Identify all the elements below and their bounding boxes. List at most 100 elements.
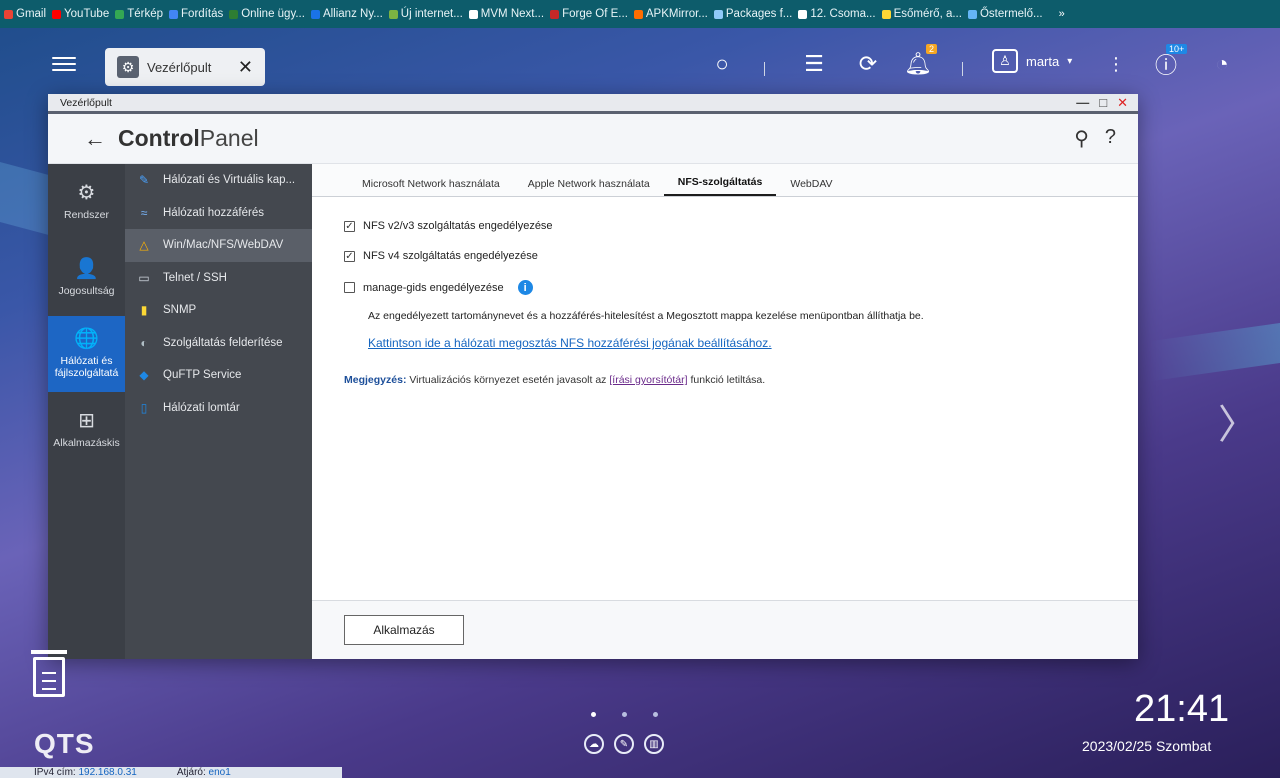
bookmark-favicon-icon [169,9,179,19]
bookmark-label: APKMirror... [645,8,708,20]
sidebar-item-applications[interactable]: ⊞ Alkalmazáskis [48,392,125,468]
bookmark-favicon-icon [798,9,808,19]
bookmark-label: YouTube [64,8,110,20]
bookmark-label: Térkép [127,8,164,20]
wallpaper-accent [1150,318,1280,382]
bookmark-item[interactable]: Forge Of E... [550,8,628,20]
bookmark-item[interactable]: Új internet... [388,8,463,20]
subsidebar-item-label: Telnet / SSH [163,271,227,284]
subsidebar-item[interactable]: ✎ Hálózati és Virtuális kap... [125,164,312,197]
bookmark-favicon-icon [52,9,62,19]
bookmark-item[interactable]: Térkép [115,8,163,20]
manage-gids-option[interactable]: manage-gids engedélyezése i [344,280,533,295]
bookmark-item[interactable]: Online ügy... [229,8,305,20]
tab-2[interactable]: NFS-szolgáltatás [663,176,777,196]
subsidebar-item[interactable]: ▯ Hálózati lomtár [125,392,312,425]
menu-icon[interactable] [52,53,76,75]
close-tab-icon[interactable]: ✕ [238,57,253,78]
bookmark-item[interactable]: Őstermelő... [967,8,1043,20]
bookmark-label: Packages f... [725,8,793,20]
service-icon: ▯ [140,400,148,415]
network-file-services-icon: 🌐 [74,328,99,350]
subcategory-sidebar: ✎ Hálózati és Virtuális kap... ≈ Hálózati h… [125,164,312,659]
bookmark-item[interactable]: APKMirror... [633,8,708,20]
info-icon[interactable]: i [517,280,533,295]
applications-icon: ⊞ [78,410,95,432]
manage-gids-label: manage-gids engedélyezése [363,281,504,294]
help-icon[interactable]: ? [1105,126,1116,151]
recycle-bin-icon[interactable] [29,650,69,700]
search-icon[interactable]: ⚲ [1074,126,1089,151]
back-arrow-icon[interactable]: ← [84,126,106,152]
bookmarks-more-icon[interactable]: » [1059,8,1065,20]
sync-icon[interactable]: ⟳ [852,48,884,80]
write-cache-link[interactable]: [írási gyorsítótár] [609,374,687,386]
close-window-button[interactable]: ✕ [1117,95,1128,111]
subsidebar-item-label: Win/Mac/NFS/WebDAV [163,239,284,252]
cloud-icon[interactable]: ☁ [584,734,604,754]
user-menu[interactable]: ♙ marta ▾ [992,49,1072,73]
tab-1[interactable]: Apple Network használata [514,178,664,196]
media-icon[interactable]: ▥ [644,734,664,754]
bookmark-item[interactable]: Esőmérő, a... [881,8,962,20]
sidebar-item-privilege[interactable]: 👤 Jogosultság [48,240,125,316]
desktop-page-dots[interactable] [591,712,658,717]
clock-time: 21:41 [1134,688,1230,730]
tools-icon[interactable]: ✎ [614,734,634,754]
dashboard-icon[interactable]: ◔ [1206,48,1238,80]
nfs-permission-link[interactable]: Kattintson ide a hálózati megosztás NFS … [368,336,772,350]
bookmark-label: Gmail [16,8,47,20]
tab-3[interactable]: WebDAV [776,178,846,196]
bookmark-item[interactable]: Fordítás [169,8,223,20]
apply-button[interactable]: Alkalmazás [344,615,464,645]
bookmark-item[interactable]: Allianz Ny... [310,8,383,20]
nfs-description: Az engedélyezett tartománynevet és a hoz… [368,310,924,322]
nfs-v2v3-checkbox[interactable]: ✓ [344,220,355,232]
nfs-v4-label: NFS v4 szolgáltatás engedélyezése [363,250,538,262]
bookmark-favicon-icon [881,9,891,19]
sidebar-item-label: Alkalmazáskis [53,437,120,449]
bookmark-favicon-icon [229,9,239,19]
bookmark-item[interactable]: Packages f... [713,8,793,20]
subsidebar-item[interactable]: ◐ Szolgáltatás felderítése [125,327,312,360]
nfs-v2v3-option[interactable]: ✓ NFS v2/v3 szolgáltatás engedélyezése [344,220,553,232]
bookmark-item[interactable]: Gmail [4,8,46,20]
page-title: ControlPanel [118,125,259,152]
subsidebar-item[interactable]: ◆ QuFTP Service [125,359,312,392]
update-badge: 10+ [1166,44,1188,54]
divider [962,62,963,76]
service-icon: ◆ [139,368,149,383]
subsidebar-item[interactable]: △ Win/Mac/NFS/WebDAV [125,229,312,262]
bookmark-label: Új internet... [400,8,463,20]
subsidebar-item[interactable]: ▭ Telnet / SSH [125,262,312,295]
nfs-v2v3-label: NFS v2/v3 szolgáltatás engedélyezése [363,220,553,232]
maximize-button[interactable]: □ [1099,95,1107,111]
sidebar-item-system[interactable]: ⚙ Rendszer [48,164,125,240]
bookmark-label: Esőmérő, a... [893,8,962,20]
network-status-strip: IPv4 cím: 192.168.0.31 Átjáró: eno1 [0,767,342,778]
tab-0[interactable]: Microsoft Network használata [348,178,514,196]
more-options-icon[interactable]: ⋮ [1100,48,1132,80]
bookmark-favicon-icon [115,9,125,19]
bookmark-label: Forge Of E... [562,8,628,20]
bookmark-item[interactable]: MVM Next... [468,8,544,20]
next-page-chevron-icon[interactable]: 〉 [1218,392,1258,450]
nfs-v4-checkbox[interactable]: ✓ [344,250,355,262]
minimize-button[interactable]: — [1076,95,1089,111]
window-titlebar: Vezérlőpult — □ ✕ [48,94,1138,114]
bookmark-favicon-icon [310,9,320,19]
task-list-icon[interactable]: ☰ [798,48,830,80]
subsidebar-item[interactable]: ≈ Hálózati hozzáférés [125,197,312,230]
app-tab-controlpanel[interactable]: ⚙ Vezérlőpult ✕ [105,48,265,86]
manage-gids-checkbox[interactable] [344,282,355,293]
system-icon: ⚙ [77,182,96,204]
sidebar-item-network-file-services[interactable]: 🌐 Hálózati és fájlszolgáltatá [48,316,125,392]
gear-icon: ⚙ [117,56,139,78]
note-after: funkció letiltása. [687,374,766,386]
bookmark-item[interactable]: YouTube [52,8,109,20]
nfs-v4-option[interactable]: ✓ NFS v4 szolgáltatás engedélyezése [344,250,538,262]
bookmark-item[interactable]: 12. Csoma... [798,8,876,20]
subsidebar-item[interactable]: ▮ SNMP [125,294,312,327]
search-icon[interactable]: ○ [706,48,738,80]
title-light: Panel [199,125,259,151]
